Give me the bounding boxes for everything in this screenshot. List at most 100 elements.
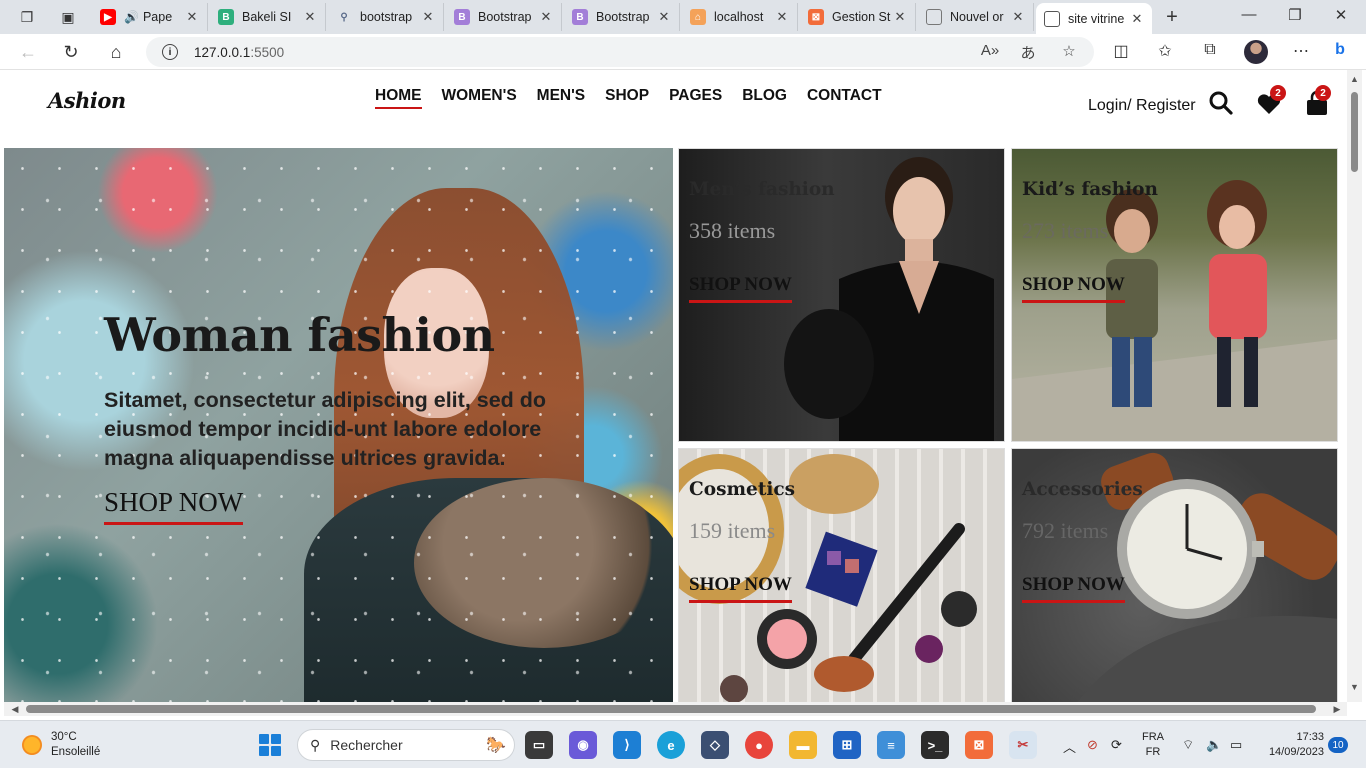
wishlist-badge: 2 <box>1270 85 1286 101</box>
nav-blog[interactable]: BLOG <box>742 87 787 109</box>
favorite-star-icon[interactable]: ☆ <box>1057 42 1081 60</box>
cart-badge: 2 <box>1315 85 1331 101</box>
close-tab-icon[interactable]: ✕ <box>303 9 317 25</box>
search-icon[interactable] <box>1208 90 1234 116</box>
sync-icon[interactable]: ⟳ <box>1111 737 1122 753</box>
network-error-icon[interactable]: ⊘ <box>1087 737 1098 753</box>
teams-chat-icon[interactable]: ◉ <box>569 731 597 759</box>
close-tab-icon[interactable]: ✕ <box>185 9 199 25</box>
category-shop-now-link[interactable]: SHOP NOW <box>689 574 792 603</box>
language-indicator[interactable]: FRA FR <box>1142 730 1164 760</box>
site-info-icon[interactable]: i <box>162 44 178 60</box>
category-shop-now-link[interactable]: SHOP NOW <box>689 274 792 303</box>
category-mens-info: Men’s fashion 358 items SHOP NOW <box>689 179 835 303</box>
taskbar-search[interactable]: ⚲ Rechercher 🐎 <box>297 729 515 761</box>
category-kids-info: Kid’s fashion 273 items SHOP NOW <box>1022 179 1158 303</box>
vertical-scroll-thumb[interactable] <box>1351 92 1358 172</box>
nav-pages[interactable]: PAGES <box>669 87 722 109</box>
tab-bakeli[interactable]: B Bakeli SI ✕ <box>210 3 326 31</box>
tab-actions-icon[interactable]: ▣ <box>55 5 81 29</box>
tab-youtube[interactable]: ▶ 🔊 Pape ✕ <box>92 3 208 31</box>
close-tab-icon[interactable]: ✕ <box>893 9 907 25</box>
tab-localhost[interactable]: ⌂ localhost ✕ <box>682 3 798 31</box>
main-nav: HOME WOMEN'S MEN'S SHOP PAGES BLOG CONTA… <box>375 87 882 109</box>
nav-contact[interactable]: CONTACT <box>807 87 882 109</box>
task-view-icon[interactable]: ▭ <box>525 731 553 759</box>
hero-title: Woman fashion <box>104 308 495 362</box>
site-logo[interactable]: Ashion <box>48 88 126 113</box>
tab-gestion[interactable]: ⊠ Gestion St ✕ <box>800 3 916 31</box>
nav-shop[interactable]: SHOP <box>605 87 649 109</box>
horizontal-scrollbar[interactable]: ◀ ▶ <box>4 702 1347 716</box>
terminal-icon[interactable]: >_ <box>921 731 949 759</box>
nav-womens[interactable]: WOMEN'S <box>442 87 517 109</box>
notification-badge[interactable]: 10 <box>1328 737 1348 753</box>
url-field[interactable]: i 127.0.0.1:5500 <box>146 37 1094 67</box>
restore-icon[interactable]: ❐ <box>1272 6 1318 24</box>
snipping-tool-icon[interactable]: ✂ <box>1009 731 1037 759</box>
category-title: Cosmetics <box>689 479 796 500</box>
edge-icon[interactable]: e <box>657 731 685 759</box>
chevron-up-icon[interactable]: ︿ <box>1063 737 1076 756</box>
scroll-right-icon[interactable]: ▶ <box>1330 702 1344 716</box>
close-tab-icon[interactable]: ✕ <box>775 9 789 25</box>
back-icon[interactable]: ← <box>14 40 42 64</box>
nav-home[interactable]: HOME <box>375 87 422 109</box>
login-register-link[interactable]: Login/ Register <box>1088 97 1196 115</box>
hero-shop-now-link[interactable]: SHOP NOW <box>104 487 244 525</box>
copilot-icon[interactable]: b <box>1327 41 1353 59</box>
hero-banner: Woman fashion Sitamet, consectetur adipi… <box>4 148 673 702</box>
notepad-icon[interactable]: ≡ <box>877 731 905 759</box>
horizontal-scroll-thumb[interactable] <box>26 705 1316 713</box>
category-shop-now-link[interactable]: SHOP NOW <box>1022 574 1125 603</box>
tab-nouvel[interactable]: Nouvel or ✕ <box>918 3 1034 31</box>
minimize-icon[interactable]: — <box>1226 6 1272 23</box>
battery-icon[interactable]: ▭ <box>1230 737 1242 753</box>
chrome-icon[interactable]: ● <box>745 731 773 759</box>
scroll-up-icon[interactable]: ▲ <box>1347 74 1362 84</box>
sun-icon[interactable] <box>22 735 42 755</box>
tab-bootstrap-1[interactable]: B Bootstrap ✕ <box>446 3 562 31</box>
clock[interactable]: 17:33 14/09/2023 <box>1262 730 1324 760</box>
scroll-down-icon[interactable]: ▼ <box>1347 682 1362 692</box>
close-tab-icon[interactable]: ✕ <box>1130 11 1144 27</box>
collections-icon[interactable]: ⧉ <box>1197 41 1223 59</box>
translate-icon[interactable]: あ <box>1016 42 1040 63</box>
tab-site-vitrine[interactable]: site vitrine ✕ <box>1036 3 1152 34</box>
speaker-icon[interactable]: 🔊 <box>124 10 139 24</box>
category-accessories-info: Accessories 792 items SHOP NOW <box>1022 479 1143 603</box>
hero-text: Woman fashion Sitamet, consectetur adipi… <box>104 308 584 525</box>
refresh-icon[interactable]: ↻ <box>57 40 85 64</box>
wifi-icon[interactable]: ⌔ <box>1182 737 1194 753</box>
home-icon[interactable]: ⌂ <box>102 40 130 64</box>
read-aloud-icon[interactable]: A» <box>978 42 1002 59</box>
split-screen-icon[interactable]: ◫ <box>1108 41 1134 61</box>
profile-avatar[interactable] <box>1244 40 1268 64</box>
category-count: 159 items <box>689 518 776 543</box>
tab-bootstrap-2[interactable]: B Bootstrap ✕ <box>564 3 680 31</box>
favorites-icon[interactable]: ✩ <box>1152 41 1178 61</box>
category-shop-now-link[interactable]: SHOP NOW <box>1022 274 1125 303</box>
new-tab-icon[interactable]: + <box>1160 6 1184 29</box>
close-tab-icon[interactable]: ✕ <box>657 9 671 25</box>
tab-bootstrap-search[interactable]: ⚲ bootstrap ✕ <box>328 3 444 31</box>
workspaces-icon[interactable]: ❐ <box>14 5 40 29</box>
windows-start-icon[interactable] <box>259 734 281 756</box>
vscode-icon[interactable]: ⟩ <box>613 731 641 759</box>
close-tab-icon[interactable]: ✕ <box>539 9 553 25</box>
file-explorer-icon[interactable]: ▬ <box>789 731 817 759</box>
volume-icon[interactable]: 🔈 <box>1206 737 1222 753</box>
more-menu-icon[interactable]: ⋯ <box>1288 41 1314 61</box>
store-icon[interactable]: ⊞ <box>833 731 861 759</box>
xampp-icon: ⊠ <box>808 9 824 25</box>
virtualbox-icon[interactable]: ◇ <box>701 731 729 759</box>
weather-widget[interactable]: 30°C Ensoleillé <box>51 730 100 760</box>
close-tab-icon[interactable]: ✕ <box>421 9 435 25</box>
scroll-left-icon[interactable]: ◀ <box>8 702 22 716</box>
vertical-scrollbar[interactable]: ▲ ▼ <box>1347 70 1362 702</box>
close-tab-icon[interactable]: ✕ <box>1011 9 1025 25</box>
category-mens: Men’s fashion 358 items SHOP NOW <box>678 148 1005 442</box>
close-window-icon[interactable]: ✕ <box>1318 6 1364 24</box>
xampp-icon[interactable]: ⊠ <box>965 731 993 759</box>
nav-mens[interactable]: MEN'S <box>537 87 585 109</box>
